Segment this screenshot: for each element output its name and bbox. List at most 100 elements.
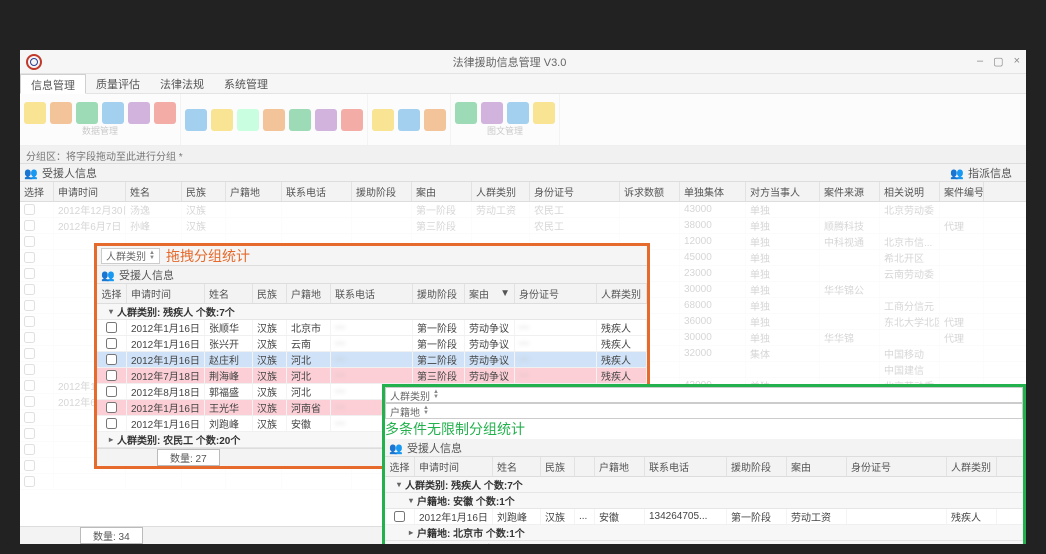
ribbon-icon[interactable] xyxy=(455,102,477,124)
tab-info-mgmt[interactable]: 信息管理 xyxy=(20,74,86,94)
row-checkbox[interactable] xyxy=(106,338,117,349)
title-bar: 法律援助信息管理 V3.0 – ▢ × xyxy=(20,50,1026,74)
ribbon-icon[interactable] xyxy=(185,109,207,131)
col[interactable]: 联系电话 xyxy=(331,284,413,303)
tab-sys[interactable]: 系统管理 xyxy=(214,74,278,93)
data-row[interactable]: 2012年1月16日 刘跑峰 汉族 ... 安徽 134264705... 第一… xyxy=(385,509,1023,525)
left-panel-title: 受援人信息 xyxy=(20,164,946,182)
ribbon-icon[interactable] xyxy=(315,109,337,131)
col[interactable]: 申请时间 xyxy=(415,457,493,476)
group-chip[interactable]: 人群类别▲▼ xyxy=(385,387,1023,403)
col[interactable]: 援助阶段 xyxy=(727,457,787,476)
ribbon-icon[interactable] xyxy=(481,102,503,124)
app-title: 法律援助信息管理 V3.0 xyxy=(453,54,567,70)
overlay-caption: 拖拽分组统计 xyxy=(166,246,250,266)
ribbon-icon[interactable] xyxy=(424,109,446,131)
col-reason[interactable]: 案由 xyxy=(412,182,472,201)
col[interactable]: 民族 xyxy=(541,457,575,476)
row-checkbox[interactable] xyxy=(106,354,117,365)
data-row[interactable]: 2012年7月18日荆海峰汉族河北—第三阶段劳动争议—残疾人 xyxy=(97,368,647,384)
col[interactable]: 援助阶段 xyxy=(413,284,465,303)
col[interactable]: 选择 xyxy=(385,457,415,476)
people-icon xyxy=(24,167,38,179)
col[interactable]: 案由▼ xyxy=(465,284,515,303)
tab-quality[interactable]: 质量评估 xyxy=(86,74,150,93)
group-row[interactable]: ▾人群类别: 残疾人 个数:7个 xyxy=(97,304,647,320)
ribbon-icon[interactable] xyxy=(102,102,124,124)
ribbon-icon[interactable] xyxy=(237,109,259,131)
ribbon-icon[interactable] xyxy=(372,109,394,131)
col-group[interactable]: 单独集体 xyxy=(680,182,746,201)
col-eth[interactable]: 民族 xyxy=(182,182,226,201)
group-chip[interactable]: 户籍地▲▼ xyxy=(385,403,1023,419)
col-name[interactable]: 姓名 xyxy=(126,182,182,201)
col-stage[interactable]: 援助阶段 xyxy=(352,182,412,201)
col[interactable]: 户籍地 xyxy=(595,457,645,476)
data-row[interactable]: 2012年1月16日赵庄利汉族河北—第二阶段劳动争议—残疾人 xyxy=(97,352,647,368)
data-row[interactable]: 2012年1月16日张顺华汉族北京市—第一阶段劳动争议—残疾人 xyxy=(97,320,647,336)
group-chip[interactable]: 人群类别▲▼ xyxy=(101,248,160,264)
row-checkbox[interactable] xyxy=(106,386,117,397)
data-row[interactable]: 2012年1月16日张兴开汉族云南—第一阶段劳动争议—残疾人 xyxy=(97,336,647,352)
row-checkbox[interactable] xyxy=(106,402,117,413)
col[interactable]: 姓名 xyxy=(493,457,541,476)
col-due[interactable]: 诉求数额 xyxy=(620,182,680,201)
col[interactable]: 人群类别 xyxy=(597,284,647,303)
close-button[interactable]: × xyxy=(1014,55,1020,68)
subgroup-row[interactable]: ▸户籍地: 河北 个数:3个 xyxy=(385,541,1023,544)
people-icon xyxy=(101,269,115,281)
col[interactable]: 户籍地 xyxy=(287,284,331,303)
ribbon-icon[interactable] xyxy=(128,102,150,124)
col[interactable]: 身份证号 xyxy=(515,284,597,303)
group-drop-zone[interactable]: 分组区：将字段拖动至此进行分组 * xyxy=(20,146,1026,164)
ribbon-icon[interactable] xyxy=(24,102,46,124)
ribbon-icon[interactable] xyxy=(289,109,311,131)
col-id[interactable]: 身份证号 xyxy=(530,182,620,201)
count-box: 数量: 34 xyxy=(80,527,143,544)
ribbon: 数据管理 图文管理 xyxy=(20,94,1026,146)
maximize-button[interactable]: ▢ xyxy=(993,55,1003,68)
ribbon-icon[interactable] xyxy=(76,102,98,124)
col[interactable]: 身份证号 xyxy=(847,457,947,476)
group-row[interactable]: ▾人群类别: 残疾人 个数:7个 xyxy=(385,477,1023,493)
col[interactable]: 案由 xyxy=(787,457,847,476)
col[interactable]: 申请时间 xyxy=(127,284,205,303)
col[interactable]: 联系电话 xyxy=(645,457,727,476)
minimize-button[interactable]: – xyxy=(977,55,983,68)
col[interactable]: 姓名 xyxy=(205,284,253,303)
ribbon-icon[interactable] xyxy=(263,109,285,131)
col-time[interactable]: 申请时间 xyxy=(54,182,126,201)
row-checkbox[interactable] xyxy=(106,322,117,333)
subgroup-row[interactable]: ▸户籍地: 北京市 个数:1个 xyxy=(385,525,1023,541)
subgroup-row[interactable]: ▾户籍地: 安徽 个数:1个 xyxy=(385,493,1023,509)
col-tel[interactable]: 联系电话 xyxy=(282,182,352,201)
ribbon-icon[interactable] xyxy=(341,109,363,131)
col-rel[interactable]: 相关说明 xyxy=(880,182,940,201)
ribbon-icon[interactable] xyxy=(154,102,176,124)
col-party[interactable]: 对方当事人 xyxy=(746,182,820,201)
row-checkbox[interactable] xyxy=(394,511,405,522)
ribbon-icon[interactable] xyxy=(50,102,72,124)
col[interactable]: 人群类别 xyxy=(947,457,997,476)
ribbon-icon[interactable] xyxy=(507,102,529,124)
menu-tabs: 信息管理 质量评估 法律法规 系统管理 xyxy=(20,74,1026,94)
ribbon-icon[interactable] xyxy=(398,109,420,131)
col-case[interactable]: 案件编号 xyxy=(940,182,984,201)
col-src[interactable]: 案件来源 xyxy=(820,182,880,201)
row-checkbox[interactable] xyxy=(106,418,117,429)
tab-law[interactable]: 法律法规 xyxy=(150,74,214,93)
ribbon-icon[interactable] xyxy=(211,109,233,131)
ribbon-icon[interactable] xyxy=(533,102,555,124)
app-logo xyxy=(26,54,42,70)
col[interactable] xyxy=(575,457,595,476)
row-checkbox[interactable] xyxy=(106,370,117,381)
ribbon-group-label: 数据管理 xyxy=(24,124,176,137)
col-cat[interactable]: 人群类别 xyxy=(472,182,530,201)
count-box: 数量: 27 xyxy=(157,449,220,466)
data-row: 2012年12月30日汤逸汉族第一阶段劳动工资农民工43000单独北京劳动委 xyxy=(20,202,1026,218)
col[interactable]: 民族 xyxy=(253,284,287,303)
col[interactable]: 选择 xyxy=(97,284,127,303)
col-reg[interactable]: 户籍地 xyxy=(226,182,282,201)
col-select[interactable]: 选择 xyxy=(20,182,54,201)
right-panel-title: 指派信息 xyxy=(946,164,1026,182)
